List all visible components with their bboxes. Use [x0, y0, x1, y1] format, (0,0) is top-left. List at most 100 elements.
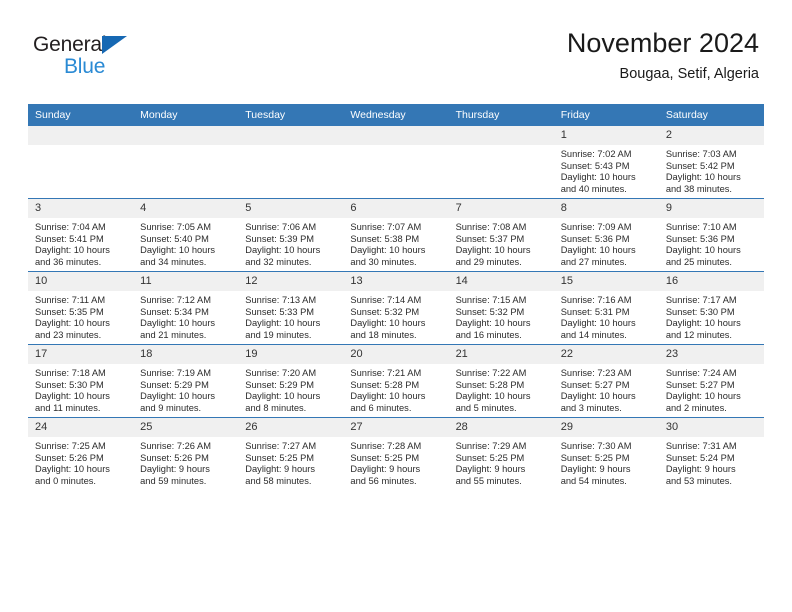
page-header: General Blue November 2024 Bougaa, Setif…: [0, 0, 792, 100]
calendar-week-row: 17 Sunrise: 7:18 AM Sunset: 5:30 PM Dayligh…: [28, 344, 764, 418]
day-detail-line: Sunset: 5:28 PM: [350, 379, 420, 390]
calendar-empty-cell: [133, 126, 239, 199]
weekday-header-sunday: Sunday: [28, 104, 134, 126]
day-detail-line: Sunset: 5:25 PM: [350, 452, 420, 463]
calendar-day-cell[interactable]: 24 Sunrise: 7:25 AM Sunset: 5:26 PM Dayligh…: [28, 417, 134, 490]
day-sun-details: Sunrise: 7:30 AM Sunset: 5:25 PM Daylight:…: [554, 437, 659, 487]
day-detail-line: Sunset: 5:42 PM: [665, 160, 735, 171]
calendar-day-cell[interactable]: 30 Sunrise: 7:31 AM Sunset: 5:24 PM Dayligh…: [658, 417, 764, 490]
day-detail-line: and 3 minutes.: [560, 402, 622, 413]
day-sun-details: Sunrise: 7:19 AM Sunset: 5:29 PM Daylight:…: [133, 364, 238, 414]
day-detail-line: Sunrise: 7:04 AM: [35, 222, 106, 232]
day-detail-line: Sunrise: 7:09 AM: [560, 222, 632, 232]
calendar-day-cell[interactable]: 20 Sunrise: 7:21 AM Sunset: 5:28 PM Dayligh…: [343, 344, 449, 418]
calendar-day-cell[interactable]: 15 Sunrise: 7:16 AM Sunset: 5:31 PM Dayligh…: [553, 271, 659, 345]
day-detail-line: Sunset: 5:27 PM: [560, 379, 630, 390]
calendar-day-cell[interactable]: 5 Sunrise: 7:06 AM Sunset: 5:39 PM Daylight…: [238, 198, 344, 272]
day-detail-line: Sunrise: 7:27 AM: [245, 441, 317, 451]
calendar-day-cell[interactable]: 28 Sunrise: 7:29 AM Sunset: 5:25 PM Dayligh…: [448, 417, 554, 490]
calendar-day-cell[interactable]: 1 Sunrise: 7:02 AM Sunset: 5:43 PM Daylight…: [553, 126, 659, 199]
month-calendar: Sunday Monday Tuesday Wednesday Thursday…: [28, 104, 764, 490]
day-sun-details: Sunrise: 7:27 AM Sunset: 5:25 PM Daylight:…: [238, 437, 343, 487]
day-detail-line: Sunrise: 7:07 AM: [350, 222, 422, 232]
day-sun-details: Sunrise: 7:22 AM Sunset: 5:28 PM Daylight:…: [449, 364, 554, 414]
day-detail-line: and 54 minutes.: [560, 475, 627, 486]
calendar-day-cell[interactable]: 27 Sunrise: 7:28 AM Sunset: 5:25 PM Dayligh…: [343, 417, 449, 490]
day-detail-line: Daylight: 9 hours: [665, 464, 736, 475]
calendar-day-cell[interactable]: 11 Sunrise: 7:12 AM Sunset: 5:34 PM Dayligh…: [133, 271, 239, 345]
day-detail-line: Daylight: 9 hours: [560, 464, 631, 475]
calendar-day-cell[interactable]: 18 Sunrise: 7:19 AM Sunset: 5:29 PM Dayligh…: [133, 344, 239, 418]
day-detail-line: and 21 minutes.: [140, 329, 207, 340]
day-detail-line: Sunrise: 7:03 AM: [665, 149, 737, 159]
day-detail-line: and 58 minutes.: [245, 475, 312, 486]
day-detail-line: Daylight: 10 hours: [35, 464, 110, 475]
calendar-day-cell[interactable]: 2 Sunrise: 7:03 AM Sunset: 5:42 PM Daylight…: [658, 126, 764, 199]
calendar-day-cell[interactable]: 29 Sunrise: 7:30 AM Sunset: 5:25 PM Dayligh…: [553, 417, 659, 490]
day-number: 24: [28, 418, 134, 437]
calendar-empty-cell: [28, 126, 134, 199]
day-detail-line: Daylight: 10 hours: [560, 318, 636, 329]
day-number: [343, 126, 449, 145]
day-detail-line: Sunset: 5:37 PM: [455, 233, 525, 244]
day-detail-line: Daylight: 10 hours: [350, 391, 426, 402]
calendar-day-cell[interactable]: 8 Sunrise: 7:09 AM Sunset: 5:36 PM Daylight…: [553, 198, 659, 272]
calendar-day-cell[interactable]: 26 Sunrise: 7:27 AM Sunset: 5:25 PM Dayligh…: [238, 417, 344, 490]
day-number: [28, 126, 134, 145]
day-detail-line: Sunrise: 7:21 AM: [350, 368, 422, 378]
day-number: 2: [658, 126, 764, 145]
day-number: 6: [343, 199, 449, 218]
calendar-day-cell[interactable]: 13 Sunrise: 7:14 AM Sunset: 5:32 PM Dayligh…: [343, 271, 449, 345]
day-detail-line: Sunrise: 7:25 AM: [35, 441, 106, 451]
day-detail-line: and 34 minutes.: [140, 256, 207, 267]
day-detail-line: Sunrise: 7:26 AM: [140, 441, 211, 451]
calendar-day-cell[interactable]: 6 Sunrise: 7:07 AM Sunset: 5:38 PM Daylight…: [343, 198, 449, 272]
day-number: 7: [448, 199, 554, 218]
day-detail-line: Sunset: 5:29 PM: [245, 379, 315, 390]
day-sun-details: Sunrise: 7:10 AM Sunset: 5:36 PM Daylight:…: [659, 218, 764, 268]
calendar-day-cell[interactable]: 12 Sunrise: 7:13 AM Sunset: 5:33 PM Dayligh…: [238, 271, 344, 345]
day-detail-line: Sunrise: 7:23 AM: [560, 368, 632, 378]
day-detail-line: and 9 minutes.: [140, 402, 202, 413]
calendar-day-cell[interactable]: 16 Sunrise: 7:17 AM Sunset: 5:30 PM Dayligh…: [658, 271, 764, 345]
calendar-day-cell[interactable]: 10 Sunrise: 7:11 AM Sunset: 5:35 PM Dayligh…: [28, 271, 134, 345]
day-detail-line: Sunrise: 7:08 AM: [455, 222, 527, 232]
calendar-week-row: 10 Sunrise: 7:11 AM Sunset: 5:35 PM Dayligh…: [28, 271, 764, 345]
day-sun-details: Sunrise: 7:04 AM Sunset: 5:41 PM Daylight:…: [28, 218, 133, 268]
calendar-empty-cell: [448, 126, 554, 199]
day-detail-line: Daylight: 9 hours: [245, 464, 316, 475]
day-detail-line: Sunset: 5:38 PM: [350, 233, 420, 244]
calendar-day-cell[interactable]: 4 Sunrise: 7:05 AM Sunset: 5:40 PM Daylight…: [133, 198, 239, 272]
calendar-day-cell[interactable]: 3 Sunrise: 7:04 AM Sunset: 5:41 PM Daylight…: [28, 198, 134, 272]
calendar-day-cell[interactable]: 21 Sunrise: 7:22 AM Sunset: 5:28 PM Dayligh…: [448, 344, 554, 418]
day-detail-line: Sunrise: 7:19 AM: [140, 368, 211, 378]
day-sun-details: Sunrise: 7:07 AM Sunset: 5:38 PM Daylight:…: [343, 218, 448, 268]
day-detail-line: Sunset: 5:30 PM: [35, 379, 104, 390]
calendar-day-cell[interactable]: 25 Sunrise: 7:26 AM Sunset: 5:26 PM Dayligh…: [133, 417, 239, 490]
day-sun-details: Sunrise: 7:15 AM Sunset: 5:32 PM Daylight:…: [449, 291, 554, 341]
calendar-day-cell[interactable]: 23 Sunrise: 7:24 AM Sunset: 5:27 PM Dayligh…: [658, 344, 764, 418]
day-number: 29: [553, 418, 659, 437]
calendar-day-cell[interactable]: 7 Sunrise: 7:08 AM Sunset: 5:37 PM Daylight…: [448, 198, 554, 272]
day-detail-line: Sunset: 5:43 PM: [560, 160, 630, 171]
day-number: 14: [448, 272, 554, 291]
calendar-day-cell[interactable]: 9 Sunrise: 7:10 AM Sunset: 5:36 PM Daylight…: [658, 198, 764, 272]
day-number: 16: [658, 272, 764, 291]
calendar-day-cell[interactable]: 19 Sunrise: 7:20 AM Sunset: 5:29 PM Dayligh…: [238, 344, 344, 418]
day-detail-line: Sunset: 5:40 PM: [140, 233, 209, 244]
weekday-header-monday: Monday: [133, 104, 239, 126]
calendar-day-cell[interactable]: 17 Sunrise: 7:18 AM Sunset: 5:30 PM Dayligh…: [28, 344, 134, 418]
day-sun-details: Sunrise: 7:21 AM Sunset: 5:28 PM Daylight:…: [343, 364, 448, 414]
day-detail-line: Sunrise: 7:12 AM: [140, 295, 211, 305]
day-detail-line: Daylight: 10 hours: [455, 391, 531, 402]
calendar-day-cell[interactable]: 22 Sunrise: 7:23 AM Sunset: 5:27 PM Dayligh…: [553, 344, 659, 418]
day-detail-line: and 2 minutes.: [665, 402, 727, 413]
day-detail-line: and 6 minutes.: [350, 402, 412, 413]
day-detail-line: Sunrise: 7:20 AM: [245, 368, 317, 378]
day-detail-line: and 23 minutes.: [35, 329, 102, 340]
calendar-empty-cell: [238, 126, 344, 199]
day-number: 10: [28, 272, 134, 291]
day-sun-details: Sunrise: 7:18 AM Sunset: 5:30 PM Daylight:…: [28, 364, 133, 414]
calendar-day-cell[interactable]: 14 Sunrise: 7:15 AM Sunset: 5:32 PM Dayligh…: [448, 271, 554, 345]
day-detail-line: Sunset: 5:28 PM: [455, 379, 525, 390]
